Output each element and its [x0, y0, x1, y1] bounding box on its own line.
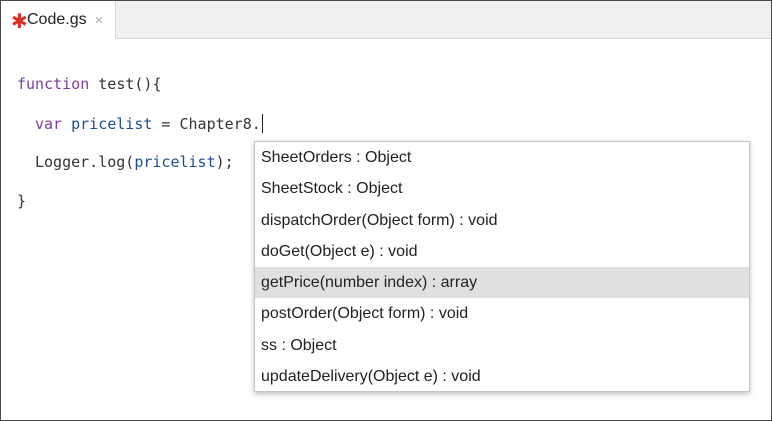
autocomplete-item[interactable]: SheetStock : Object — [255, 173, 749, 204]
autocomplete-item[interactable]: ss : Object — [255, 330, 749, 361]
code-line-3: Logger.log(pricelist); — [35, 153, 234, 171]
autocomplete-item[interactable]: getPrice(number index) : array — [255, 267, 749, 299]
keyword-var: var — [35, 115, 63, 133]
autocomplete-item[interactable]: updateDelivery(Object e) : void — [255, 361, 749, 392]
autocomplete-item[interactable]: doGet(Object e) : void — [255, 236, 749, 267]
code-line-1: function test(){ — [17, 75, 162, 93]
logger-call: Logger.log( — [35, 153, 135, 171]
close-icon[interactable]: × — [95, 12, 104, 29]
code-line-2: var pricelist = Chapter8. — [35, 114, 263, 133]
assignment-expression: = Chapter8. — [152, 115, 261, 133]
function-signature: test(){ — [89, 75, 162, 93]
autocomplete-dropdown: SheetOrders : Object SheetStock : Object… — [254, 141, 750, 392]
autocomplete-item[interactable]: SheetOrders : Object — [255, 142, 749, 173]
keyword-function: function — [17, 75, 90, 93]
text-cursor — [261, 114, 263, 133]
tab-code-gs[interactable]: ✱ Code.gs × — [1, 1, 116, 39]
variable-pricelist: pricelist — [71, 115, 153, 133]
tab-bar: ✱ Code.gs × — [1, 1, 771, 39]
unsaved-indicator-icon: ✱ — [11, 11, 28, 33]
tab-label: Code.gs — [27, 11, 87, 28]
autocomplete-item[interactable]: postOrder(Object form) : void — [255, 298, 749, 329]
autocomplete-item[interactable]: dispatchOrder(Object form) : void — [255, 205, 749, 236]
logger-call-end: ); — [215, 153, 234, 171]
code-line-4: } — [17, 192, 27, 210]
script-editor-window: ✱ Code.gs × function test(){ var priceli… — [0, 0, 772, 421]
logger-argument: pricelist — [134, 153, 216, 171]
